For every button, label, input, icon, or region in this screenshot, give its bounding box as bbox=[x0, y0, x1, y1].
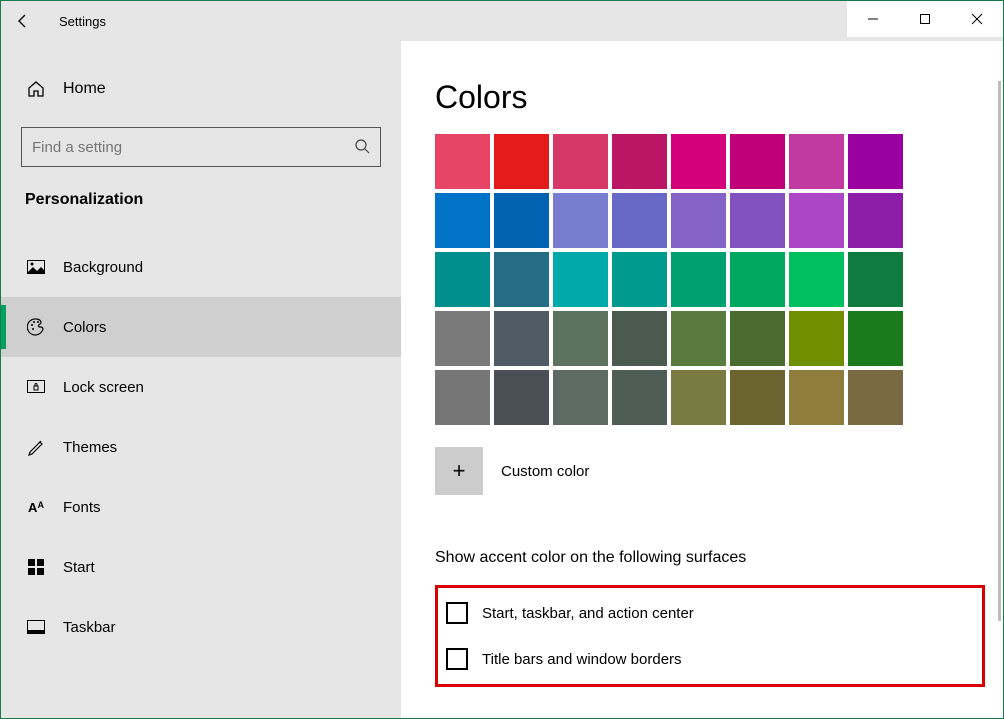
color-swatch[interactable] bbox=[494, 252, 549, 307]
color-swatch[interactable] bbox=[494, 370, 549, 425]
checkbox-label: Start, taskbar, and action center bbox=[482, 605, 694, 622]
color-swatch[interactable] bbox=[494, 134, 549, 189]
color-swatch[interactable] bbox=[435, 252, 490, 307]
search-input[interactable] bbox=[21, 127, 381, 167]
body: Home Personalization Background bbox=[1, 41, 1003, 718]
sidebar-item-label: Background bbox=[63, 259, 143, 276]
sidebar-item-themes[interactable]: Themes bbox=[1, 417, 401, 477]
color-swatch[interactable] bbox=[848, 311, 903, 366]
sidebar-item-colors[interactable]: Colors bbox=[1, 297, 401, 357]
color-swatch[interactable] bbox=[553, 134, 608, 189]
color-swatch[interactable] bbox=[612, 370, 667, 425]
custom-color-label: Custom color bbox=[501, 463, 589, 480]
checkbox-icon[interactable] bbox=[446, 648, 468, 670]
color-swatch[interactable] bbox=[730, 134, 785, 189]
highlighted-checkboxes: Start, taskbar, and action center Title … bbox=[435, 585, 985, 687]
color-swatch[interactable] bbox=[435, 193, 490, 248]
scrollbar[interactable] bbox=[998, 81, 1001, 621]
home-button[interactable]: Home bbox=[1, 65, 401, 113]
picture-icon bbox=[25, 260, 47, 274]
sidebar-item-background[interactable]: Background bbox=[1, 237, 401, 297]
plus-icon: + bbox=[453, 458, 466, 484]
sidebar-item-label: Start bbox=[63, 559, 95, 576]
color-swatch[interactable] bbox=[730, 370, 785, 425]
fonts-icon: AA bbox=[25, 500, 47, 515]
color-swatch[interactable] bbox=[848, 193, 903, 248]
settings-window: Settings Home bbox=[0, 0, 1004, 719]
page-title: Colors bbox=[435, 79, 963, 116]
color-swatch[interactable] bbox=[553, 370, 608, 425]
color-swatch[interactable] bbox=[848, 370, 903, 425]
sidebar-item-start[interactable]: Start bbox=[1, 537, 401, 597]
sidebar-item-lock-screen[interactable]: Lock screen bbox=[1, 357, 401, 417]
content: Colors + Custom color Show accent color … bbox=[401, 41, 1003, 718]
close-button[interactable] bbox=[951, 1, 1003, 37]
start-icon bbox=[25, 559, 47, 575]
taskbar-icon bbox=[25, 620, 47, 634]
themes-icon bbox=[25, 438, 47, 456]
color-swatch[interactable] bbox=[671, 134, 726, 189]
accent-surfaces-heading: Show accent color on the following surfa… bbox=[435, 549, 963, 567]
color-swatch[interactable] bbox=[612, 193, 667, 248]
color-swatch[interactable] bbox=[494, 193, 549, 248]
color-swatch[interactable] bbox=[671, 370, 726, 425]
color-swatch[interactable] bbox=[789, 370, 844, 425]
color-swatch[interactable] bbox=[789, 134, 844, 189]
home-label: Home bbox=[63, 80, 106, 98]
home-icon bbox=[25, 80, 47, 98]
color-swatch[interactable] bbox=[435, 370, 490, 425]
color-swatch[interactable] bbox=[671, 252, 726, 307]
color-swatch[interactable] bbox=[612, 252, 667, 307]
color-swatch-grid bbox=[435, 134, 963, 425]
color-swatch[interactable] bbox=[730, 252, 785, 307]
custom-color-row: + Custom color bbox=[435, 447, 963, 495]
sidebar-item-label: Taskbar bbox=[63, 619, 116, 636]
color-swatch[interactable] bbox=[553, 311, 608, 366]
color-swatch[interactable] bbox=[789, 311, 844, 366]
sidebar: Home Personalization Background bbox=[1, 41, 401, 718]
color-swatch[interactable] bbox=[494, 311, 549, 366]
search-wrap bbox=[21, 127, 381, 167]
app-title: Settings bbox=[59, 14, 106, 29]
color-swatch[interactable] bbox=[730, 311, 785, 366]
checkbox-icon[interactable] bbox=[446, 602, 468, 624]
titlebar: Settings bbox=[1, 1, 1003, 41]
sidebar-item-label: Lock screen bbox=[63, 379, 144, 396]
color-swatch[interactable] bbox=[612, 311, 667, 366]
search-field[interactable] bbox=[32, 139, 354, 156]
color-swatch[interactable] bbox=[553, 193, 608, 248]
color-swatch[interactable] bbox=[730, 193, 785, 248]
color-swatch[interactable] bbox=[671, 311, 726, 366]
sidebar-item-label: Colors bbox=[63, 319, 106, 336]
sidebar-item-label: Fonts bbox=[63, 499, 101, 516]
color-swatch[interactable] bbox=[671, 193, 726, 248]
color-swatch[interactable] bbox=[435, 134, 490, 189]
window-controls bbox=[847, 1, 1003, 37]
palette-icon bbox=[25, 318, 47, 336]
sidebar-item-fonts[interactable]: AA Fonts bbox=[1, 477, 401, 537]
sidebar-item-taskbar[interactable]: Taskbar bbox=[1, 597, 401, 657]
search-icon bbox=[354, 138, 370, 157]
lock-screen-icon bbox=[25, 380, 47, 394]
back-button[interactable] bbox=[1, 1, 45, 41]
color-swatch[interactable] bbox=[789, 252, 844, 307]
custom-color-button[interactable]: + bbox=[435, 447, 483, 495]
color-swatch[interactable] bbox=[848, 252, 903, 307]
color-swatch[interactable] bbox=[848, 134, 903, 189]
minimize-button[interactable] bbox=[847, 1, 899, 37]
color-swatch[interactable] bbox=[789, 193, 844, 248]
checkbox-start-taskbar[interactable]: Start, taskbar, and action center bbox=[446, 602, 974, 624]
color-swatch[interactable] bbox=[612, 134, 667, 189]
color-swatch[interactable] bbox=[553, 252, 608, 307]
checkbox-title-bars[interactable]: Title bars and window borders bbox=[446, 648, 974, 670]
maximize-button[interactable] bbox=[899, 1, 951, 37]
color-swatch[interactable] bbox=[435, 311, 490, 366]
sidebar-item-label: Themes bbox=[63, 439, 117, 456]
checkbox-label: Title bars and window borders bbox=[482, 651, 682, 668]
section-title: Personalization bbox=[1, 191, 401, 209]
